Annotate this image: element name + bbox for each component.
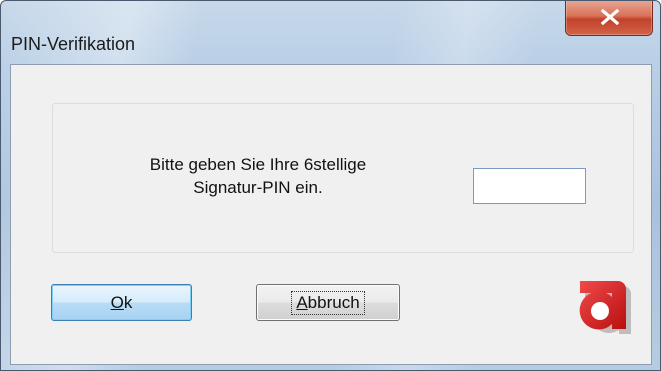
title-bar[interactable]: PIN-Verifikation bbox=[1, 1, 660, 61]
pin-prompt-line2: Signatur-PIN ein. bbox=[193, 178, 323, 197]
a-logo-icon bbox=[579, 281, 631, 334]
cancel-button-label: Abbruch bbox=[291, 290, 365, 315]
window-title: PIN-Verifikation bbox=[11, 34, 136, 54]
input-group-box: Bitte geben Sie Ihre 6stellige Signatur-… bbox=[52, 103, 634, 253]
ok-button[interactable]: Ok bbox=[51, 284, 192, 321]
dialog-client-area: Bitte geben Sie Ihre 6stellige Signatur-… bbox=[10, 64, 652, 365]
pin-prompt-line1: Bitte geben Sie Ihre 6stellige bbox=[149, 155, 367, 174]
ok-button-label: Ok bbox=[110, 292, 133, 312]
cancel-button[interactable]: Abbruch bbox=[256, 284, 400, 321]
dialog-window: PIN-Verifikation Bitte geben Sie Ihre 6s… bbox=[0, 0, 661, 371]
close-button[interactable] bbox=[565, 1, 653, 36]
close-icon bbox=[600, 9, 620, 25]
pin-prompt: Bitte geben Sie Ihre 6stellige Signatur-… bbox=[123, 153, 393, 199]
pin-input[interactable] bbox=[473, 168, 586, 204]
